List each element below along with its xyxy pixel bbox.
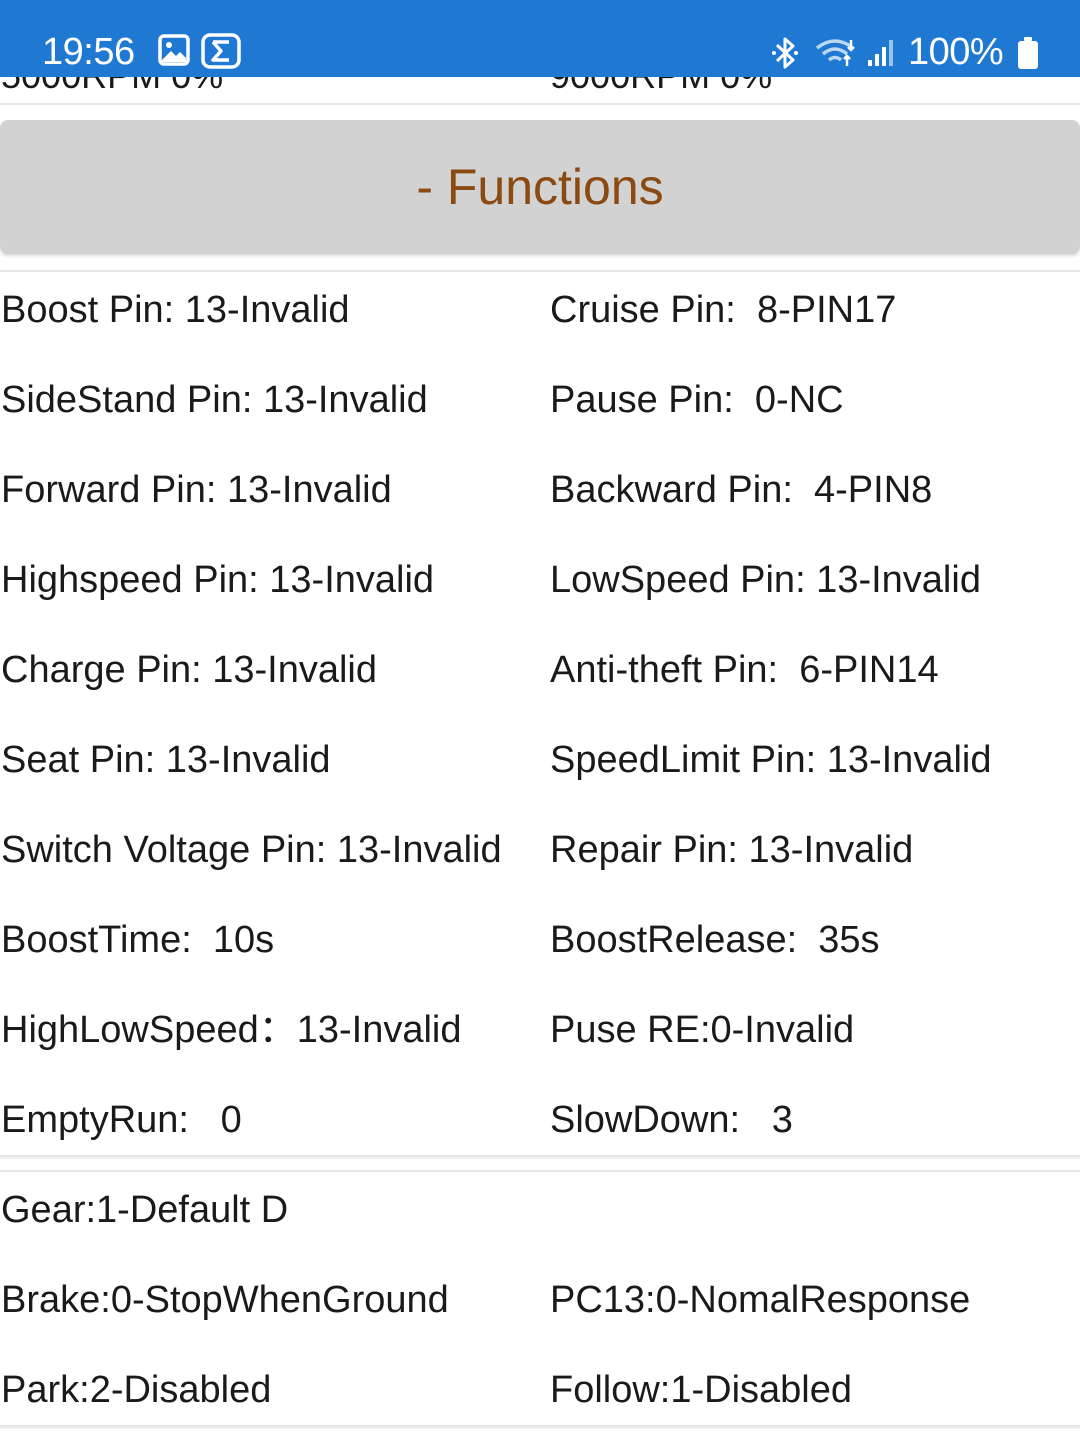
- section-divider: [0, 103, 1080, 105]
- image-icon: [158, 34, 190, 66]
- boost-release-value: BoostRelease: 35s: [550, 919, 880, 961]
- empty-run-value: EmptyRun: 0: [1, 1099, 242, 1141]
- lowspeed-pin-value: LowSpeed Pin: 13-Invalid: [550, 559, 981, 601]
- sigma-app-icon: [201, 33, 241, 69]
- section-divider: [0, 1425, 1080, 1429]
- wifi-icon: [815, 39, 855, 66]
- status-time: 19:56: [42, 31, 135, 73]
- signal-icon: [868, 40, 893, 66]
- backward-pin-value: Backward Pin: 4-PIN8: [550, 469, 933, 511]
- boost-pin-value: Boost Pin: 13-Invalid: [1, 289, 350, 331]
- section-divider: [0, 1155, 1080, 1159]
- pause-pin-value: Pause Pin: 0-NC: [550, 379, 844, 421]
- charge-pin-value: Charge Pin: 13-Invalid: [1, 649, 377, 691]
- status-bar: 19:56 100%: [0, 0, 1080, 77]
- functions-section-header[interactable]: - Functions: [0, 120, 1080, 254]
- seat-pin-value: Seat Pin: 13-Invalid: [1, 739, 331, 781]
- section-divider: [0, 1170, 1080, 1172]
- puse-re-value: Puse RE:0-Invalid: [550, 1009, 855, 1051]
- switch-voltage-pin-value: Switch Voltage Pin: 13-Invalid: [1, 829, 502, 871]
- repair-pin-value: Repair Pin: 13-Invalid: [550, 829, 914, 871]
- cruise-pin-value: Cruise Pin: 8-PIN17: [550, 289, 897, 331]
- battery-icon: [1018, 37, 1038, 69]
- follow-value: Follow:1-Disabled: [550, 1369, 853, 1411]
- anti-theft-pin-value: Anti-theft Pin: 6-PIN14: [550, 649, 939, 691]
- slow-down-value: SlowDown: 3: [550, 1099, 793, 1141]
- forward-pin-value: Forward Pin: 13-Invalid: [1, 469, 392, 511]
- speedlimit-pin-value: SpeedLimit Pin: 13-Invalid: [550, 739, 992, 781]
- gear-value: Gear:1-Default D: [1, 1189, 289, 1231]
- functions-section-title: - Functions: [416, 159, 664, 215]
- pc13-value: PC13:0-NomalResponse: [550, 1279, 971, 1321]
- park-value: Park:2-Disabled: [1, 1369, 272, 1411]
- section-divider: [0, 270, 1080, 272]
- highspeed-pin-value: Highspeed Pin: 13-Invalid: [1, 559, 435, 601]
- sidestand-pin-value: SideStand Pin: 13-Invalid: [1, 379, 428, 421]
- battery-percentage: 100%: [908, 31, 1004, 73]
- brake-value: Brake:0-StopWhenGround: [1, 1279, 449, 1321]
- high-low-speed-value: HighLowSpeed：13-Invalid: [1, 1009, 462, 1051]
- bluetooth-icon: [772, 37, 798, 69]
- boost-time-value: BoostTime: 10s: [1, 919, 275, 961]
